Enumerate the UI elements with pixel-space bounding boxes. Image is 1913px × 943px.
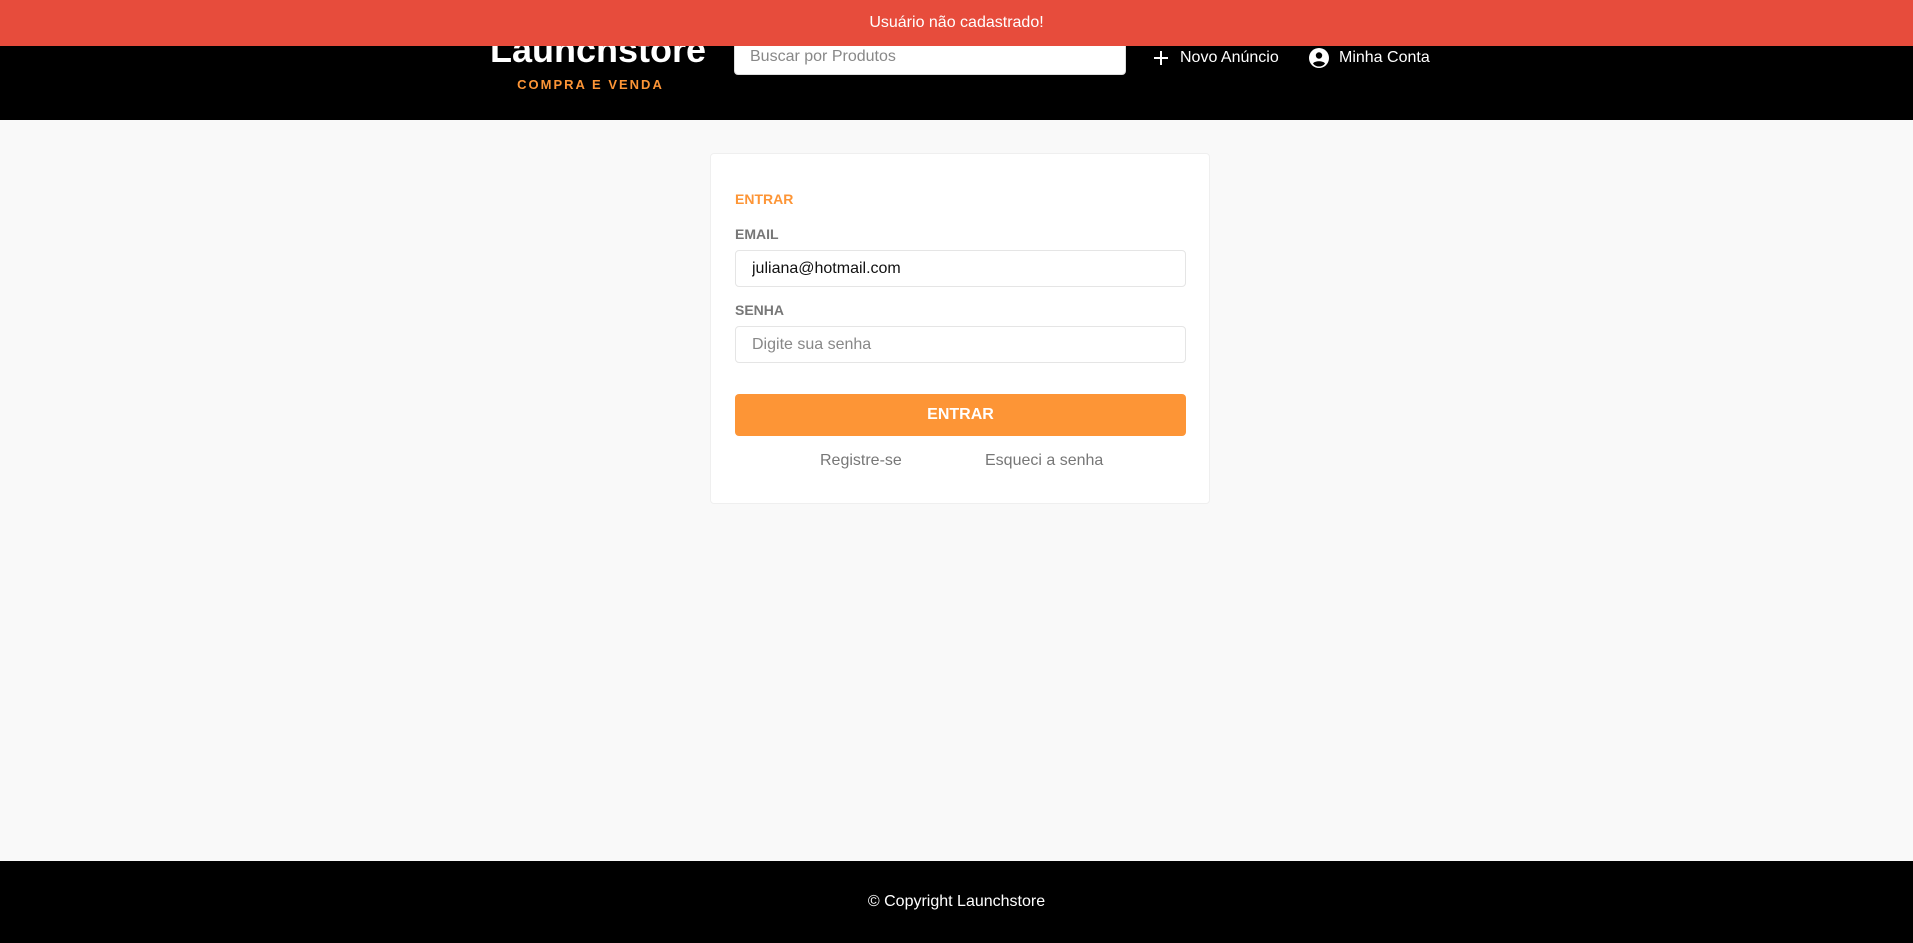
email-field[interactable] [735, 250, 1186, 287]
login-form: ENTRAR EMAIL SENHA ENTRAR Registre-se Es… [710, 153, 1210, 504]
form-title: ENTRAR [735, 191, 794, 207]
email-label: EMAIL [735, 226, 779, 242]
register-link[interactable]: Registre-se [820, 452, 902, 470]
copyright-text: © Copyright Launchstore [867, 893, 1046, 910]
new-ad-link[interactable]: Novo Anúncio [1152, 44, 1279, 72]
login-button[interactable]: ENTRAR [735, 394, 1186, 436]
logo-subtitle: COMPRA E VENDA [517, 77, 664, 92]
new-ad-label: Novo Anúncio [1180, 49, 1279, 66]
error-toast: Usuário não cadastrado! [0, 0, 1913, 46]
password-field[interactable] [735, 326, 1186, 363]
my-account-link[interactable]: Minha Conta [1309, 44, 1430, 72]
account-circle-icon [1309, 48, 1329, 68]
password-label: SENHA [735, 302, 785, 318]
my-account-label: Minha Conta [1339, 49, 1430, 66]
site-footer: © Copyright Launchstore [0, 861, 1913, 943]
toast-message: Usuário não cadastrado! [869, 14, 1044, 31]
plus-icon [1152, 49, 1170, 67]
forgot-password-link[interactable]: Esqueci a senha [985, 452, 1103, 470]
